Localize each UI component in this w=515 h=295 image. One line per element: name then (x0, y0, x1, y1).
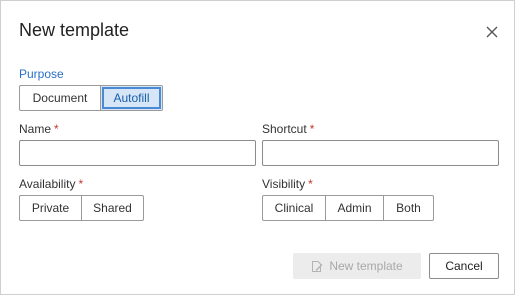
shortcut-label: Shortcut * (262, 122, 314, 136)
shortcut-label-text: Shortcut (262, 122, 307, 136)
new-template-button[interactable]: New template (293, 253, 421, 279)
name-input[interactable] (19, 140, 256, 166)
purpose-option-autofill[interactable]: Autofill (101, 86, 162, 110)
required-marker: * (308, 177, 313, 191)
visibility-option-clinical[interactable]: Clinical (263, 196, 326, 220)
availability-label: Availability * (19, 177, 83, 191)
dialog-title: New template (19, 20, 130, 40)
edit-document-icon (311, 260, 323, 273)
required-marker: * (54, 122, 59, 136)
availability-toggle: Private Shared (19, 195, 144, 221)
name-label: Name * (19, 122, 59, 136)
shortcut-input[interactable] (262, 140, 499, 166)
visibility-label-text: Visibility (262, 177, 306, 191)
cancel-button[interactable]: Cancel (429, 253, 499, 279)
required-marker: * (78, 177, 84, 191)
purpose-toggle: Document Autofill (19, 85, 163, 111)
availability-option-shared[interactable]: Shared (82, 196, 143, 220)
purpose-label: Purpose (19, 67, 64, 81)
visibility-option-both[interactable]: Both (384, 196, 433, 220)
purpose-option-document[interactable]: Document (20, 86, 101, 110)
close-icon[interactable] (485, 25, 499, 39)
availability-label-text: Availability (19, 177, 76, 191)
required-marker: * (309, 122, 315, 136)
new-template-dialog: New template Purpose Document Autofill N… (0, 0, 515, 295)
visibility-label: Visibility * (262, 177, 313, 191)
new-template-button-label: New template (329, 259, 403, 273)
availability-option-private[interactable]: Private (20, 196, 82, 220)
visibility-toggle: Clinical Admin Both (262, 195, 434, 221)
visibility-option-admin[interactable]: Admin (326, 196, 384, 220)
name-label-text: Name (19, 122, 52, 136)
